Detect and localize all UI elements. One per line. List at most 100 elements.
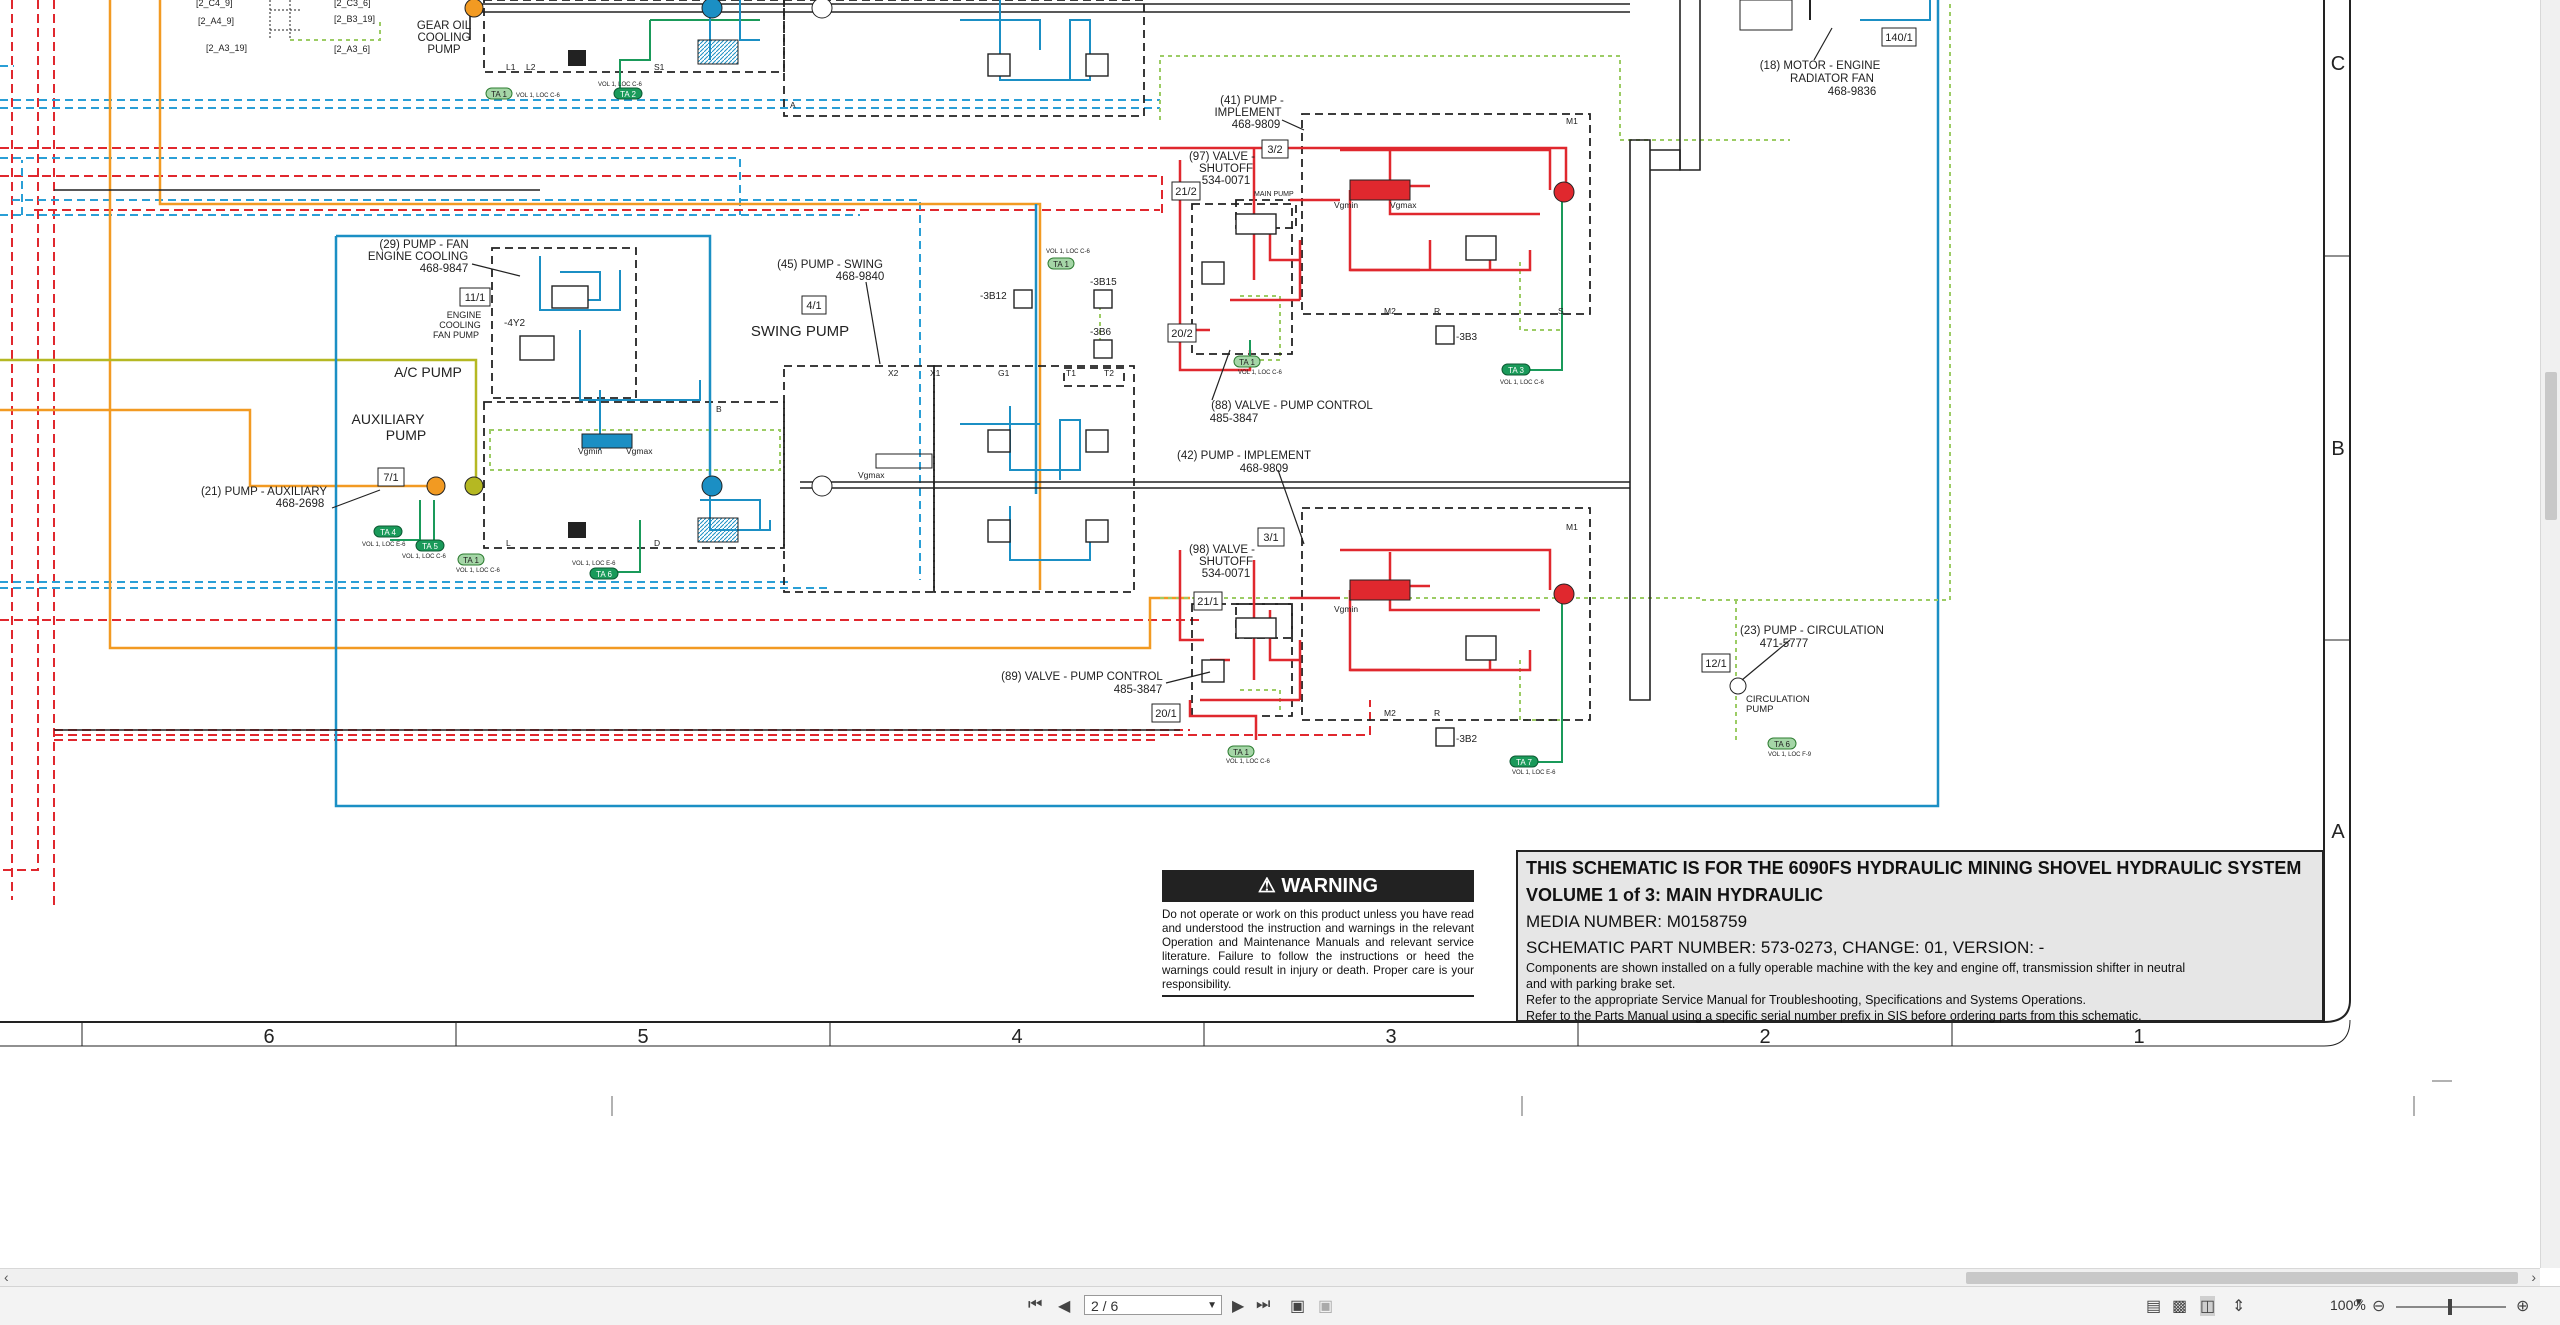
svg-text:VOL 1, LOC C-6: VOL 1, LOC C-6 — [1500, 380, 1544, 386]
svg-text:TA 5: TA 5 — [422, 542, 438, 551]
pump-swing-45-label: (45) PUMP - SWING 468-9840 — [777, 259, 884, 283]
first-page-icon[interactable]: ⏮ — [1028, 1296, 1042, 1314]
zone-col-label: 3 — [1385, 1026, 1396, 1048]
top-fragments: [2_C4_9] [2_A4_9] [2_B3_19] [2_A3_19] [2… — [196, 0, 375, 54]
ref-box-label: 11/1 — [465, 292, 486, 304]
fit-page-icon[interactable]: ▣ — [1290, 1296, 1305, 1316]
svg-text:B: B — [716, 404, 722, 414]
svg-text:TA 7: TA 7 — [1516, 758, 1532, 767]
valve-pump-control-89-label: (89) VALVE - PUMP CONTROL 485-3847 — [1001, 671, 1163, 696]
prev-page-icon[interactable]: ◀ — [1058, 1296, 1070, 1316]
page-number-field[interactable]: 2 / 6 ▼ — [1084, 1295, 1222, 1315]
pump-fan-29-label: (29) PUMP - FAN ENGINE COOLING 468-9847 — [368, 239, 469, 275]
pump-implement-42-label: (42) PUMP - IMPLEMENT 468-9809 — [1177, 450, 1311, 475]
svg-text:Vgmax: Vgmax — [626, 446, 653, 456]
document-viewport[interactable]: C B A 6 5 4 3 2 1 140/1 3/2 21/2 11/1 4/… — [0, 0, 2540, 1262]
horizontal-scrollbar[interactable]: ‹ › — [0, 1268, 2540, 1287]
valve-shutoff-98-label: (98) VALVE -SHUTOFF 534-0071 — [1189, 544, 1255, 580]
ref-box-label: 21/1 — [1197, 596, 1218, 608]
svg-text:TA 1: TA 1 — [1239, 358, 1255, 367]
motor-engine-radiator-fan-label: (18) MOTOR - ENGINE RADIATOR FAN 468-9836 — [1760, 60, 1881, 98]
radiator-motor-box-icon — [1739, 0, 1793, 31]
scroll-left-icon[interactable]: ‹ — [4, 1269, 9, 1285]
ref-box-label: 21/2 — [1175, 186, 1196, 198]
implement-pump-symbol-icon — [1553, 583, 1575, 605]
swing-pump-symbol-icon — [811, 475, 833, 497]
zone-col-label: 1 — [2133, 1026, 2144, 1048]
horizontal-scroll-thumb[interactable] — [1966, 1272, 2518, 1284]
svg-text:VOL 1, LOC C-6: VOL 1, LOC C-6 — [598, 82, 642, 88]
svg-text:A: A — [790, 100, 796, 110]
fit-width-icon[interactable]: ▣ — [1318, 1296, 1333, 1316]
actuator-icon — [697, 39, 739, 65]
single-page-icon[interactable]: ▤ — [2146, 1296, 2161, 1316]
title-note-1: Components are shown installed on a full… — [1526, 961, 2186, 991]
ref-box-label: 140/1 — [1885, 32, 1913, 44]
dashed-red-lines — [0, 0, 1371, 910]
zoom-out-icon[interactable]: ⊖ — [2372, 1296, 2385, 1316]
pilot-dotted-lines — [290, 0, 1951, 740]
svg-text:VOL 1, LOC C-6: VOL 1, LOC C-6 — [456, 568, 500, 574]
sensor-tag: -3B15 — [1090, 277, 1117, 288]
vertical-scroll-thumb[interactable] — [2545, 372, 2557, 520]
pump-symbol-icon — [701, 0, 723, 19]
svg-text:Vgmax: Vgmax — [858, 470, 885, 480]
ref-box-label: 3/1 — [1263, 532, 1278, 544]
fragment-connector — [269, 0, 300, 40]
zoom-slider-knob[interactable] — [2448, 1299, 2452, 1315]
sensor-tag: -3B2 — [1456, 734, 1478, 745]
continuous-icon[interactable]: ▩ — [2172, 1296, 2187, 1316]
warning-triangle-icon: ⚠ — [1257, 875, 1276, 897]
two-page-icon[interactable]: ◫ — [2200, 1296, 2216, 1316]
svg-text:TA 1: TA 1 — [1053, 260, 1069, 269]
zone-col-label: 2 — [1759, 1026, 1770, 1048]
svg-text:VOL 1, LOC C-6: VOL 1, LOC C-6 — [1046, 249, 1090, 255]
fan-pump-symbol-icon — [701, 475, 723, 497]
filter-icon — [568, 522, 586, 538]
auxiliary-pump-icon — [426, 476, 446, 496]
svg-text:Vgmin: Vgmin — [1334, 200, 1358, 210]
scroll-icon[interactable]: ⇕ — [2232, 1296, 2245, 1316]
svg-text:TA 3: TA 3 — [1508, 366, 1524, 375]
orange-return-line — [108, 0, 1190, 650]
svg-text:VOL 1, LOC E-6: VOL 1, LOC E-6 — [362, 542, 406, 548]
auxiliary-pump-label: AUXILIARY PUMP — [352, 411, 427, 443]
zone-col-label: 5 — [637, 1026, 648, 1048]
zone-col-label: 4 — [1011, 1026, 1022, 1048]
ref-box-label: 20/1 — [1155, 708, 1176, 720]
svg-text:G1: G1 — [998, 368, 1010, 378]
title-block: THIS SCHEMATIC IS FOR THE 6090FS HYDRAUL… — [1516, 850, 2324, 1023]
svg-text:T2: T2 — [1104, 368, 1114, 378]
title-line-1: THIS SCHEMATIC IS FOR THE 6090FS HYDRAUL… — [1526, 858, 2302, 878]
last-page-icon[interactable]: ⏭ — [1256, 1296, 1270, 1314]
ref-box-label: 7/1 — [383, 472, 398, 484]
svg-text:S1: S1 — [654, 62, 665, 72]
zone-col-label: 6 — [263, 1026, 274, 1048]
implement-pump-symbol-icon — [1553, 181, 1575, 203]
svg-text:VOL 1, LOC C-6: VOL 1, LOC C-6 — [1238, 370, 1282, 376]
svg-text:Vgmax: Vgmax — [1390, 200, 1417, 210]
sensor-tags: -3B12 -3B15 -3B6 -3B3 -3B2 -4Y2 — [504, 277, 1478, 745]
svg-text:M2: M2 — [1384, 306, 1396, 316]
chevron-down-icon[interactable]: ▼ — [1207, 1296, 1217, 1316]
scroll-right-icon[interactable]: › — [2531, 1269, 2536, 1285]
svg-text:TA 2: TA 2 — [620, 90, 636, 99]
svg-text:TA 6: TA 6 — [596, 570, 612, 579]
svg-text:[2_A3_6]: [2_A3_6] — [334, 44, 370, 54]
vertical-scrollbar[interactable] — [2540, 0, 2560, 1268]
svg-text:VOL 1, LOC E-6: VOL 1, LOC E-6 — [572, 561, 616, 567]
blue-line — [1860, 0, 1931, 21]
svg-text:R: R — [1434, 708, 1440, 718]
sensor-tag: -3B6 — [1090, 327, 1112, 338]
svg-text:D: D — [654, 538, 660, 548]
manifold-icon — [875, 453, 933, 469]
svg-text:[2_B3_19]: [2_B3_19] — [334, 14, 375, 24]
swing-pump-label: SWING PUMP — [751, 323, 849, 340]
zoom-chevron-down-icon[interactable]: ▼ — [2354, 1297, 2364, 1308]
next-page-icon[interactable]: ▶ — [1232, 1296, 1244, 1316]
ref-box-label: 12/1 — [1705, 658, 1726, 670]
ref-box-label: 3/2 — [1267, 144, 1282, 156]
svg-text:VOL 1, LOC E-6: VOL 1, LOC E-6 — [1512, 770, 1556, 776]
svg-text:VOL 1, LOC C-6: VOL 1, LOC C-6 — [1226, 759, 1270, 765]
zoom-in-icon[interactable]: ⊕ — [2516, 1296, 2529, 1316]
